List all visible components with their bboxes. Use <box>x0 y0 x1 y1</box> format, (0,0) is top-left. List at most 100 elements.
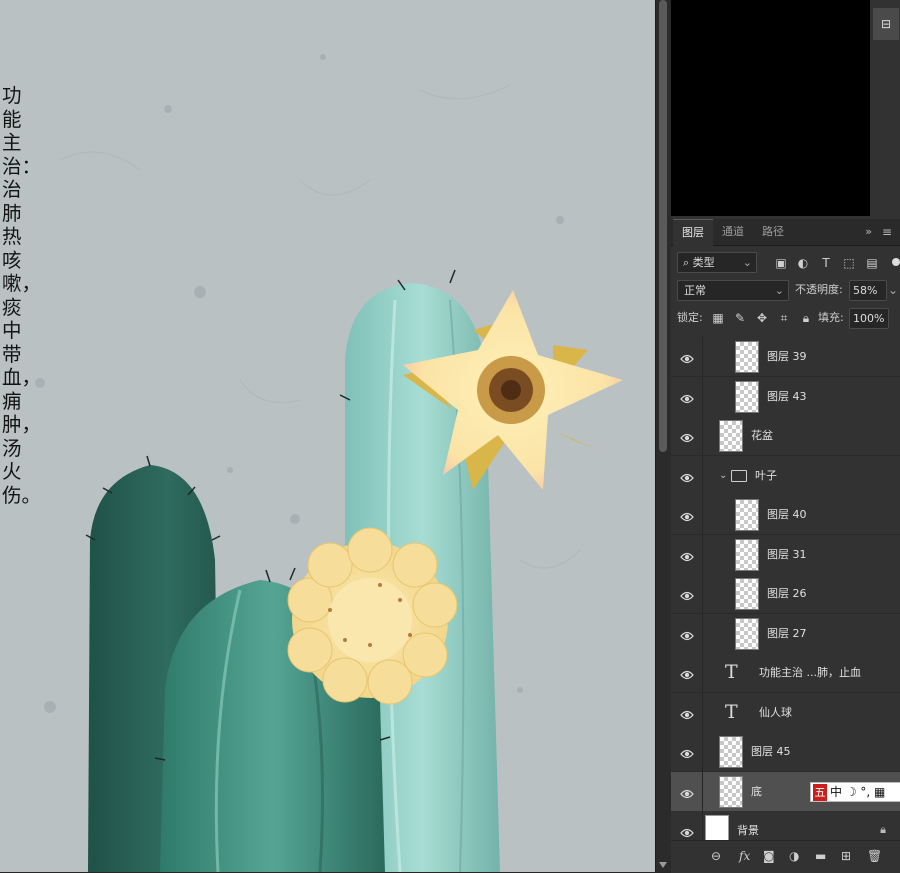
visibility-eye-icon[interactable] <box>680 666 694 680</box>
canvas-scrollbar[interactable] <box>655 0 671 872</box>
blend-row: 正常 ⌄ 不透明度: 58% ⌄ <box>671 280 900 308</box>
opacity-chevron-icon[interactable]: ⌄ <box>887 281 899 299</box>
layers-panel-tabs: 图层 通道 路径 » ≡ <box>671 219 900 246</box>
divider <box>702 376 703 416</box>
layer-name: 功能主治 ...肺，止血 <box>759 666 861 679</box>
opacity-label: 不透明度: <box>795 283 843 296</box>
layer-filter-row: ⌕ 类型 ⌄ ▣ ◐ T ⬚ ▤ <box>671 252 900 280</box>
visibility-eye-icon[interactable] <box>680 587 694 601</box>
blend-mode-value: 正常 <box>684 284 706 297</box>
filter-type-icon[interactable]: T <box>819 254 833 272</box>
tab-channels[interactable]: 通道 <box>713 219 753 245</box>
divider <box>702 613 703 653</box>
search-icon: ⌕ <box>683 256 690 269</box>
visibility-eye-icon[interactable] <box>680 824 694 838</box>
visibility-eye-icon[interactable] <box>680 785 694 798</box>
trash-icon[interactable]: 🗑︎ <box>867 847 882 865</box>
panel-menu-icon[interactable]: ≡ <box>882 219 892 245</box>
adjustment-icon[interactable]: ◑ <box>789 847 799 865</box>
filter-kind-value: 类型 <box>692 256 715 269</box>
layer-row[interactable]: 图层 39 <box>671 337 900 377</box>
divider <box>702 692 703 732</box>
lock-brush-icon[interactable]: ✎ <box>733 309 747 327</box>
navigator-toggle-icon[interactable]: ⊟ <box>873 8 899 40</box>
lock-artboard-icon[interactable]: ⌗ <box>777 309 791 327</box>
navigator-preview <box>671 0 870 216</box>
visibility-eye-icon[interactable] <box>680 548 694 561</box>
visibility-eye-icon[interactable] <box>680 469 694 482</box>
filter-shape-icon[interactable]: ⬚ <box>842 254 856 272</box>
tab-layers[interactable]: 图层 <box>673 219 713 246</box>
link-icon[interactable]: ⊖ <box>711 847 721 865</box>
chevron-down-icon[interactable]: ⌄ <box>719 456 727 495</box>
collapsed-panel-strip: ⊟ <box>871 0 900 216</box>
lock-move-icon[interactable]: ✥ <box>755 309 769 327</box>
ime-status-text: 中 ☽ °, ▦ <box>830 785 886 799</box>
visibility-eye-icon[interactable] <box>680 627 694 640</box>
divider <box>702 811 703 840</box>
panel-collapse-icon[interactable]: » <box>865 219 872 245</box>
layer-row[interactable]: 图层 45 <box>671 732 900 772</box>
layer-row[interactable]: T 功能主治 ...肺，止血 <box>671 653 900 693</box>
layer-name: 图层 27 <box>767 626 807 640</box>
right-panel-dock: ⊟ 图层 通道 路径 » ≡ ⌕ 类型 ⌄ ▣ ◐ T ⬚ ▤ 正常 ⌄ 不透明… <box>671 0 900 873</box>
visibility-eye-icon[interactable] <box>680 390 694 403</box>
filter-adjustment-icon[interactable]: ◐ <box>796 254 810 272</box>
layer-name: 图层 26 <box>767 587 807 600</box>
layer-row[interactable]: 背景 🔒︎ <box>671 811 900 840</box>
mask-icon[interactable]: ◙ <box>763 847 775 865</box>
layer-thumbnail <box>735 538 759 571</box>
layer-list[interactable]: 图层 39 图层 43 花盆 ⌄ 叶子 图层 40 图层 31 图层 26 图层 27 T 功能主治… <box>671 337 900 840</box>
layer-row[interactable]: 图层 40 <box>671 495 900 535</box>
layer-thumbnail <box>719 736 743 768</box>
divider <box>702 455 703 495</box>
visibility-eye-icon[interactable] <box>680 508 694 522</box>
layer-name: 背景 <box>737 824 759 837</box>
ime-toolbar[interactable]: 五中 ☽ °, ▦ <box>810 782 900 802</box>
new-layer-icon[interactable]: ⊞ <box>841 847 851 865</box>
lock-transparent-icon[interactable]: ▦ <box>711 309 725 327</box>
caption-line: 功能主治： <box>2 84 42 178</box>
scroll-down-arrow-icon[interactable] <box>659 862 667 868</box>
ime-badge: 五 <box>813 784 827 801</box>
layer-thumbnail <box>735 499 759 531</box>
fx-icon[interactable]: fx <box>739 847 750 865</box>
filter-toggle-icon[interactable] <box>892 258 900 266</box>
vertical-caption-text: 功能主治： 治肺热咳嗽， 痰中带血， 痈肿， 汤火伤。 <box>2 84 42 507</box>
lock-row: 锁定: ▦ ✎ ✥ ⌗ 🔒︎ 填充: 100% <box>671 308 900 336</box>
layer-row[interactable]: 图层 31 <box>671 534 900 575</box>
visibility-eye-icon[interactable] <box>680 706 694 719</box>
layer-name: 叶子 <box>755 468 777 482</box>
document-canvas[interactable]: 功能主治： 治肺热咳嗽， 痰中带血， 痈肿， 汤火伤。 <box>0 0 655 872</box>
layer-name: 图层 45 <box>751 745 791 758</box>
fill-value: 100% <box>853 312 885 325</box>
filter-kind-select[interactable]: ⌕ 类型 ⌄ <box>677 252 757 273</box>
divider <box>702 732 703 771</box>
lock-all-icon[interactable]: 🔒︎ <box>799 309 813 327</box>
filter-smart-object-icon[interactable]: ▤ <box>865 254 879 272</box>
layer-row[interactable]: 花盆 <box>671 416 900 456</box>
text-layer-icon: T <box>725 700 738 723</box>
layer-row[interactable]: 图层 26 <box>671 574 900 614</box>
tab-paths[interactable]: 路径 <box>753 219 793 245</box>
visibility-eye-icon[interactable] <box>680 429 694 443</box>
visibility-eye-icon[interactable] <box>680 350 694 364</box>
layer-row[interactable]: 图层 43 <box>671 376 900 417</box>
visibility-eye-icon[interactable] <box>680 745 694 759</box>
blend-mode-select[interactable]: 正常 ⌄ <box>677 280 789 301</box>
layers-footer: ⊖ fx ◙ ◑ ▬ ⊞ 🗑︎ <box>671 840 900 873</box>
layer-row[interactable]: 图层 27 <box>671 613 900 654</box>
filter-pixel-icon[interactable]: ▣ <box>774 254 788 272</box>
chevron-down-icon: ⌄ <box>742 256 752 269</box>
fill-input[interactable]: 100% <box>849 308 889 329</box>
divider <box>702 495 703 534</box>
layer-name: 图层 40 <box>767 508 807 521</box>
layer-row[interactable]: T 仙人球 <box>671 692 900 733</box>
layer-row[interactable]: ⌄ 叶子 <box>671 455 900 496</box>
opacity-input[interactable]: 58% <box>849 280 887 301</box>
opacity-value: 58% <box>853 284 878 297</box>
folder-icon[interactable]: ▬ <box>815 847 826 865</box>
layer-name: 底 <box>751 784 762 798</box>
caption-line: 汤火伤。 <box>2 436 42 507</box>
scrollbar-thumb[interactable] <box>659 0 667 452</box>
